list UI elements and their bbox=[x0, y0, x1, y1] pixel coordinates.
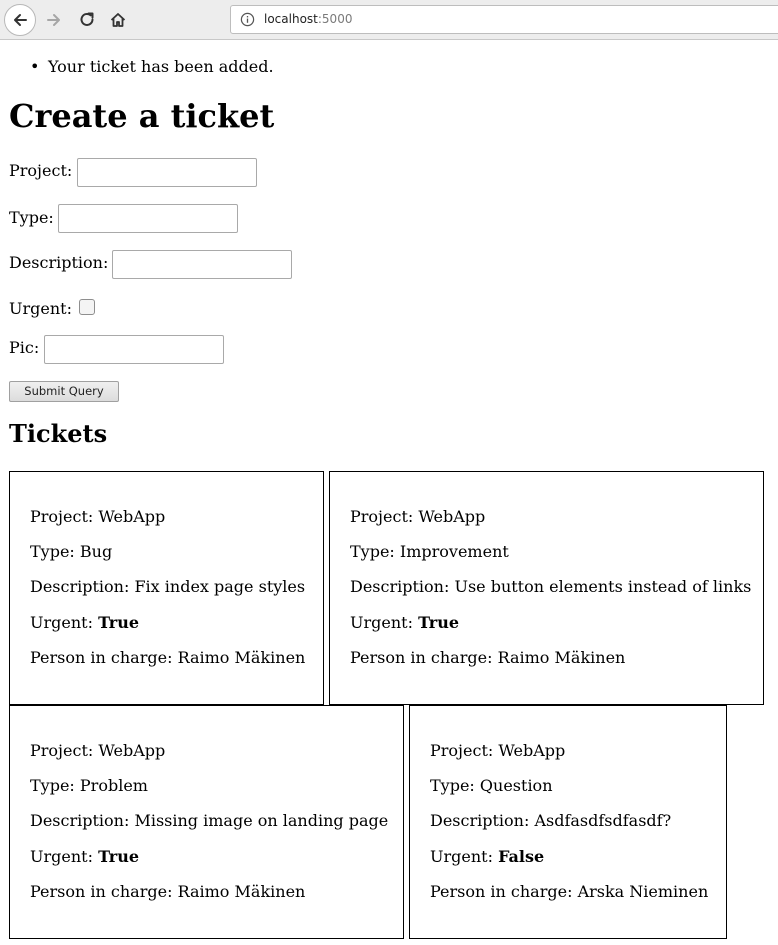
url-host: localhost bbox=[264, 12, 318, 26]
ticket-description-label: Description: bbox=[30, 577, 130, 596]
ticket-project-label: Project: bbox=[30, 507, 94, 526]
description-label: Description: bbox=[9, 253, 109, 272]
ticket-card: Project: WebApp Type: Improvement Descri… bbox=[329, 471, 764, 705]
urgent-checkbox[interactable] bbox=[79, 299, 95, 315]
reload-icon bbox=[80, 12, 94, 26]
page-title: Create a ticket bbox=[9, 97, 275, 135]
ticket-type-label: Type: bbox=[30, 776, 75, 795]
url-text: localhost:5000 bbox=[264, 12, 352, 26]
project-label: Project: bbox=[9, 161, 73, 180]
ticket-urgent-label: Urgent: bbox=[430, 847, 493, 866]
ticket-urgent-label: Urgent: bbox=[30, 613, 93, 632]
ticket-description: Description: Missing image on landing pa… bbox=[30, 811, 388, 830]
ticket-type-value: Question bbox=[479, 776, 553, 795]
ticket-description: Description: Use button elements instead… bbox=[350, 577, 751, 596]
ticket-person-value: Arska Nieminen bbox=[577, 882, 709, 901]
ticket-project-label: Project: bbox=[350, 507, 414, 526]
ticket-person-value: Raimo Mäkinen bbox=[177, 882, 306, 901]
ticket-type-label: Type: bbox=[350, 542, 395, 561]
ticket-person: Person in charge: Raimo Mäkinen bbox=[30, 882, 305, 901]
flash-text: Your ticket has been added. bbox=[48, 57, 274, 76]
tickets-heading: Tickets bbox=[9, 419, 108, 448]
ticket-urgent: Urgent: True bbox=[30, 847, 139, 866]
ticket-type: Type: Problem bbox=[30, 776, 148, 795]
ticket-project: Project: WebApp bbox=[430, 741, 565, 760]
url-port: :5000 bbox=[317, 12, 353, 26]
ticket-person: Person in charge: Arska Nieminen bbox=[430, 882, 708, 901]
ticket-project: Project: WebApp bbox=[30, 507, 165, 526]
ticket-urgent-value: True bbox=[418, 613, 460, 632]
ticket-description: Description: Asdfasdfsdfasdf? bbox=[430, 811, 671, 830]
ticket-project-value: WebApp bbox=[98, 741, 166, 760]
ticket-person-value: Raimo Mäkinen bbox=[497, 648, 626, 667]
ticket-description: Description: Fix index page styles bbox=[30, 577, 305, 596]
ticket-type: Type: Bug bbox=[30, 542, 112, 561]
ticket-type-value: Improvement bbox=[399, 542, 509, 561]
project-input[interactable] bbox=[77, 158, 257, 187]
ticket-urgent-value: False bbox=[498, 847, 545, 866]
forward-icon bbox=[47, 14, 60, 26]
ticket-description-value: Missing image on landing page bbox=[134, 811, 389, 830]
home-button[interactable] bbox=[102, 4, 134, 36]
ticket-person: Person in charge: Raimo Mäkinen bbox=[30, 648, 305, 667]
ticket-urgent-value: True bbox=[98, 613, 140, 632]
ticket-description-label: Description: bbox=[30, 811, 130, 830]
ticket-person-label: Person in charge: bbox=[350, 648, 493, 667]
ticket-type-label: Type: bbox=[30, 542, 75, 561]
ticket-card: Project: WebApp Type: Bug Description: F… bbox=[9, 471, 324, 705]
ticket-type-label: Type: bbox=[430, 776, 475, 795]
submit-button[interactable]: Submit Query bbox=[9, 381, 119, 402]
ticket-person-label: Person in charge: bbox=[30, 882, 173, 901]
ticket-person-value: Raimo Mäkinen bbox=[177, 648, 306, 667]
ticket-project-value: WebApp bbox=[418, 507, 486, 526]
ticket-project-label: Project: bbox=[430, 741, 494, 760]
back-icon bbox=[14, 14, 27, 26]
ticket-project-label: Project: bbox=[30, 741, 94, 760]
ticket-urgent: Urgent: True bbox=[30, 613, 139, 632]
ticket-project: Project: WebApp bbox=[350, 507, 485, 526]
ticket-urgent-label: Urgent: bbox=[350, 613, 413, 632]
ticket-description-label: Description: bbox=[430, 811, 530, 830]
ticket-type-value: Problem bbox=[79, 776, 148, 795]
ticket-card: Project: WebApp Type: Problem Descriptio… bbox=[9, 705, 404, 939]
ticket-project-value: WebApp bbox=[498, 741, 566, 760]
ticket-description-value: Use button elements instead of links bbox=[454, 577, 752, 596]
info-icon[interactable] bbox=[240, 12, 255, 27]
ticket-type-value: Bug bbox=[79, 542, 113, 561]
browser-toolbar: localhost:5000 bbox=[0, 0, 778, 40]
ticket-urgent-label: Urgent: bbox=[30, 847, 93, 866]
ticket-type: Type: Question bbox=[430, 776, 553, 795]
ticket-card: Project: WebApp Type: Question Descripti… bbox=[409, 705, 727, 939]
ticket-project-value: WebApp bbox=[98, 507, 166, 526]
home-icon bbox=[110, 13, 126, 27]
ticket-person-label: Person in charge: bbox=[430, 882, 573, 901]
ticket-description-value: Fix index page styles bbox=[134, 577, 306, 596]
forward-button[interactable] bbox=[38, 4, 70, 36]
ticket-person-label: Person in charge: bbox=[30, 648, 173, 667]
urgent-label: Urgent: bbox=[9, 299, 72, 318]
type-label: Type: bbox=[9, 208, 54, 227]
ticket-description-value: Asdfasdfsdfasdf? bbox=[534, 811, 672, 830]
pic-label: Pic: bbox=[9, 338, 40, 357]
back-button[interactable] bbox=[4, 4, 36, 36]
reload-button[interactable] bbox=[71, 4, 103, 36]
address-bar[interactable]: localhost:5000 bbox=[230, 5, 778, 34]
description-input[interactable] bbox=[112, 250, 292, 279]
ticket-urgent-value: True bbox=[98, 847, 140, 866]
ticket-description-label: Description: bbox=[350, 577, 450, 596]
ticket-project: Project: WebApp bbox=[30, 741, 165, 760]
bullet-icon: • bbox=[30, 57, 40, 76]
type-input[interactable] bbox=[58, 204, 238, 233]
ticket-person: Person in charge: Raimo Mäkinen bbox=[350, 648, 625, 667]
ticket-type: Type: Improvement bbox=[350, 542, 509, 561]
ticket-urgent: Urgent: True bbox=[350, 613, 459, 632]
ticket-urgent: Urgent: False bbox=[430, 847, 544, 866]
pic-input[interactable] bbox=[44, 335, 224, 364]
